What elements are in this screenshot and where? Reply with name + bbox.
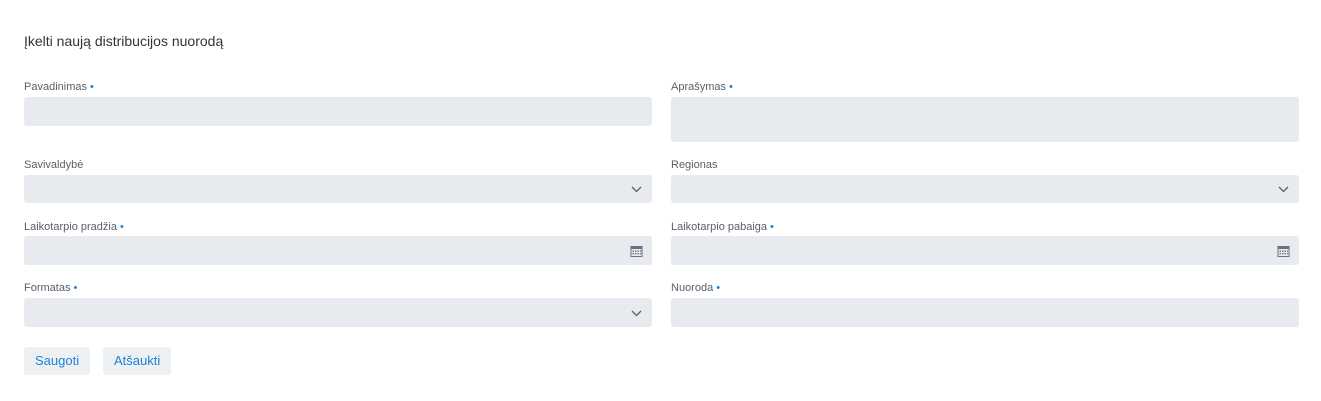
description-label-text: Aprašymas (671, 81, 727, 93)
region-label-text: Regionas (671, 159, 718, 171)
name-input[interactable] (24, 97, 652, 126)
period-end-label: Laikotarpio pabaiga • (671, 220, 1299, 234)
format-label: Formatas • (24, 281, 652, 295)
chevron-down-icon (1278, 186, 1289, 193)
required-marker: • (716, 282, 721, 294)
form-title: Įkelti naują distribucijos nuorodą (24, 33, 224, 49)
description-field: Aprašymas • (671, 80, 1299, 142)
required-marker: • (89, 81, 94, 93)
link-field: Nuoroda • (671, 281, 1299, 327)
municipality-field: Savivaldybė (24, 158, 652, 203)
name-label: Pavadinimas • (24, 80, 652, 94)
required-marker: • (119, 221, 124, 233)
name-label-text: Pavadinimas (24, 81, 87, 93)
chevron-down-icon (631, 310, 642, 316)
format-field: Formatas • (24, 281, 652, 327)
region-label: Regionas (671, 158, 1299, 172)
save-button[interactable]: Saugoti (24, 347, 91, 375)
upload-distribution-link-form: Įkelti naują distribucijos nuorodą Pavad… (0, 0, 1321, 401)
region-field: Regionas (671, 158, 1299, 203)
period-start-date-input[interactable] (24, 236, 652, 265)
link-input[interactable] (671, 298, 1299, 327)
description-textarea[interactable] (671, 97, 1299, 142)
period-start-label: Laikotarpio pradžia • (24, 220, 652, 234)
description-label: Aprašymas • (671, 80, 1299, 94)
period-end-date-input[interactable] (671, 236, 1299, 265)
required-marker: • (770, 221, 774, 233)
required-marker: • (73, 282, 78, 294)
format-label-text: Formatas (24, 282, 71, 294)
period-start-label-text: Laikotarpio pradžia (24, 221, 117, 233)
municipality-label-text: Savivaldybė (24, 159, 84, 171)
municipality-label: Savivaldybė (24, 158, 652, 172)
region-select[interactable] (671, 175, 1299, 203)
format-select[interactable] (24, 298, 652, 327)
period-end-label-text: Laikotarpio pabaiga (671, 221, 768, 233)
cancel-button[interactable]: Atšaukti (103, 347, 172, 375)
link-label: Nuoroda • (671, 281, 1299, 295)
required-marker: • (729, 81, 733, 93)
name-field: Pavadinimas • (24, 80, 652, 126)
calendar-icon[interactable] (630, 244, 643, 257)
link-label-text: Nuoroda (671, 282, 714, 294)
period-start-field: Laikotarpio pradžia • (24, 220, 652, 265)
chevron-down-icon (631, 186, 642, 193)
municipality-select[interactable] (24, 175, 652, 203)
calendar-icon[interactable] (1277, 244, 1290, 257)
period-end-field: Laikotarpio pabaiga • (671, 220, 1299, 265)
